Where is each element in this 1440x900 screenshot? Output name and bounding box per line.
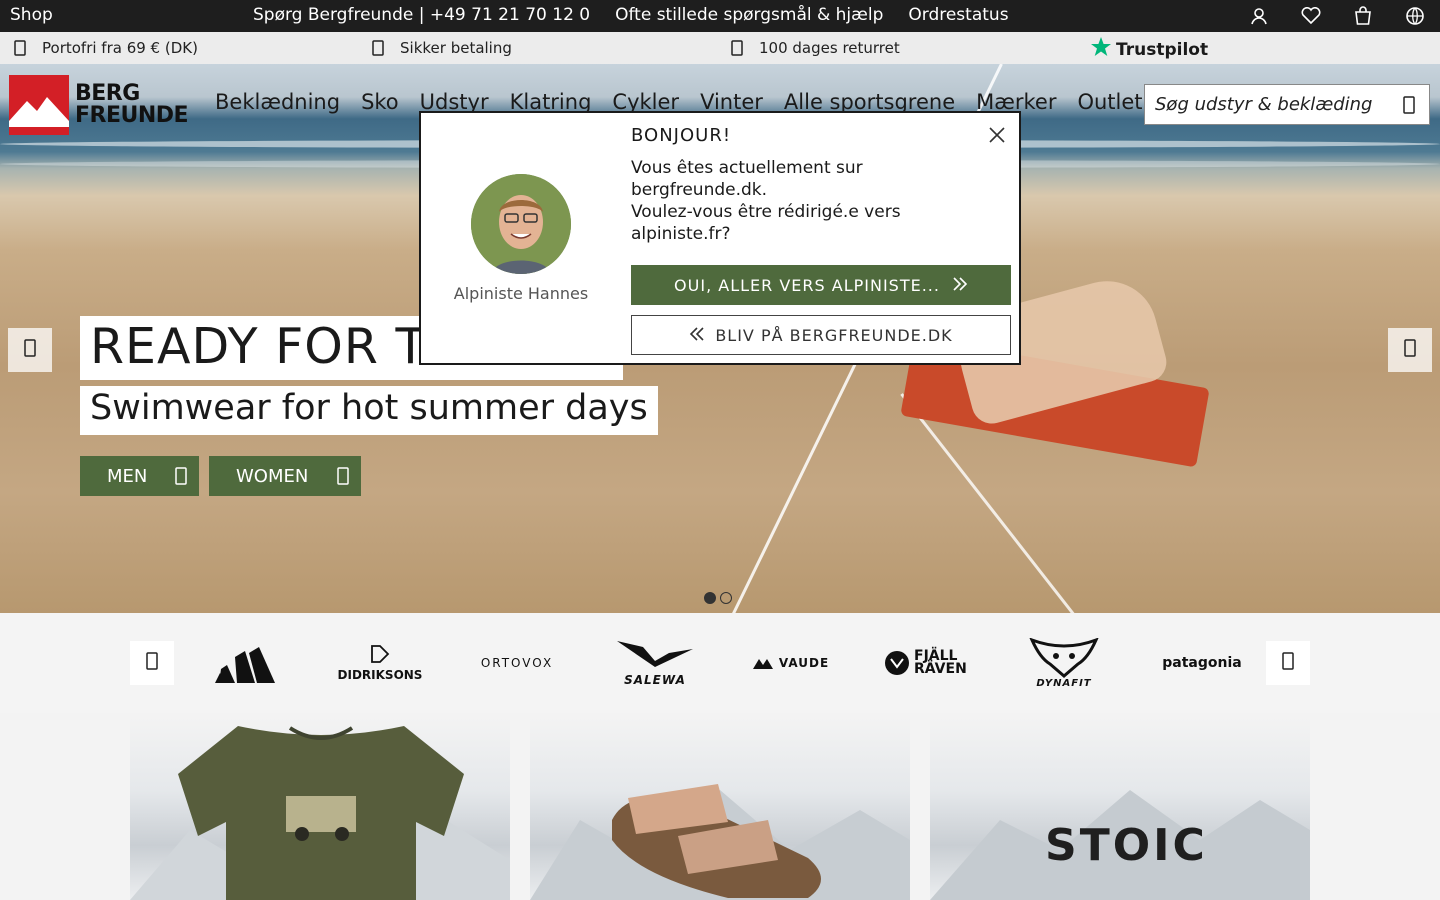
snow-leopard-icon <box>1029 637 1099 678</box>
tile-sandal[interactable] <box>530 718 910 900</box>
close-icon[interactable] <box>987 125 1007 145</box>
brand-dynafit[interactable]: DYNAFIT <box>1024 633 1104 693</box>
chevron-right-icon <box>335 467 351 485</box>
salewa-eagle-icon <box>617 641 693 667</box>
brand-ortovox[interactable]: ORTOVOX <box>472 633 562 693</box>
top-icons <box>1248 6 1426 26</box>
chevron-right-icon <box>173 467 189 485</box>
usp-bar: Portofri fra 69 € (DK) Sikker betaling 1… <box>0 32 1440 64</box>
globe-icon[interactable] <box>1404 6 1426 26</box>
top-links: Spørg Bergfreunde | +49 71 21 70 12 0 Of… <box>253 5 1009 25</box>
redirect-yes-button[interactable]: OUI, ALLER VERS ALPINISTE... <box>631 265 1011 305</box>
stoic-logo: STOIC <box>1045 820 1208 871</box>
tile-tshirt[interactable] <box>130 718 510 900</box>
didriksons-logo-icon <box>371 645 390 663</box>
brand-patagonia[interactable]: patagonia <box>1158 633 1246 693</box>
search-icon[interactable] <box>1401 96 1417 114</box>
brand-salewa[interactable]: SALEWA <box>612 633 698 693</box>
brand-didriksons-text: DIDRIKSONS <box>337 668 423 682</box>
usp-shipping: Portofri fra 69 € (DK) <box>12 39 198 57</box>
men-button-label: MEN <box>107 465 148 487</box>
avatar-name: Alpiniste Hannes <box>453 284 589 303</box>
tile-stoic[interactable]: STOIC <box>930 718 1310 900</box>
slide-dots <box>704 592 732 604</box>
slide-dot[interactable] <box>720 592 732 604</box>
lock-icon <box>370 40 386 56</box>
logo-line-2: FREUNDE <box>75 103 189 128</box>
brand-adidas[interactable] <box>205 633 281 693</box>
chevron-right-icon <box>1403 339 1417 361</box>
usp-payment-text: Sikker betaling <box>400 39 512 57</box>
brand-vaude-text: VAUDE <box>778 656 830 670</box>
men-button[interactable]: MEN <box>80 456 199 496</box>
stay-button[interactable]: BLIV PÅ BERGFREUNDE.DK <box>631 315 1011 355</box>
bergfreunde-logo[interactable]: BERG FREUNDE <box>9 75 189 135</box>
double-chevron-right-icon <box>952 276 968 295</box>
double-chevron-left-icon <box>689 326 705 345</box>
nav-outlet[interactable]: Outlet <box>1077 90 1142 114</box>
avatar <box>471 174 571 274</box>
trustpilot-text: Trustpilot <box>1116 39 1209 60</box>
brand-vaude[interactable]: VAUDE <box>748 633 834 693</box>
usp-returns-text: 100 dages returret <box>759 39 900 57</box>
brand-fjallraven-text: FJÄLL RÄVEN <box>914 648 967 677</box>
hero-next-button[interactable] <box>1388 328 1432 372</box>
logo-line-1: BERG <box>75 81 140 106</box>
shop-link[interactable]: Shop <box>10 5 53 25</box>
logo-wordmark: BERG FREUNDE <box>75 81 189 128</box>
contact-link[interactable]: Spørg Bergfreunde | +49 71 21 70 12 0 <box>253 5 590 25</box>
faq-link[interactable]: Ofte stillede spørgsmål & hjælp <box>615 5 883 25</box>
women-button[interactable]: WOMEN <box>209 456 361 496</box>
fox-logo-icon <box>885 651 909 675</box>
vaude-mountain-icon <box>752 659 773 669</box>
trustpilot-star-icon <box>1090 36 1112 63</box>
brand-didriksons[interactable]: DIDRIKSONS <box>336 633 424 693</box>
tshirt-image <box>178 726 464 900</box>
trustpilot-logo[interactable]: Trustpilot <box>1090 36 1208 63</box>
usp-shipping-text: Portofri fra 69 € (DK) <box>42 39 198 57</box>
chevron-left-icon <box>23 339 37 361</box>
truck-icon <box>12 40 28 56</box>
brand-fjallraven[interactable]: FJÄLL RÄVEN <box>884 633 974 693</box>
brand-dynafit-text: DYNAFIT <box>1036 677 1092 689</box>
user-icon[interactable] <box>1248 6 1270 26</box>
redirect-yes-label: OUI, ALLER VERS ALPINISTE... <box>674 275 940 295</box>
mountain-logo-icon <box>9 75 69 135</box>
modal-message-line-2: Voulez-vous être rédirigé.e vers alpinis… <box>631 202 901 244</box>
stay-label: BLIV PÅ BERGFREUNDE.DK <box>715 325 953 345</box>
modal-title: BONJOUR! <box>631 125 732 146</box>
order-status-link[interactable]: Ordrestatus <box>908 5 1008 25</box>
search-input[interactable]: Søg udstyr & beklæding <box>1144 84 1430 125</box>
hero-subtitle: Swimwear for hot summer days <box>80 386 658 435</box>
adidas-logo-icon <box>215 647 275 683</box>
chevron-left-icon <box>145 652 159 674</box>
modal-message: Vous êtes actuellement sur bergfreunde.d… <box>631 157 991 245</box>
product-tiles: STOIC <box>0 713 1440 900</box>
sandal-image <box>612 784 821 898</box>
nav-shoes[interactable]: Sko <box>361 90 399 114</box>
hero-prev-button[interactable] <box>8 328 52 372</box>
slide-dot[interactable] <box>704 592 716 604</box>
heart-icon[interactable] <box>1300 6 1322 26</box>
usp-payment: Sikker betaling <box>370 39 512 57</box>
modal-message-line-1: Vous êtes actuellement sur bergfreunde.d… <box>631 158 863 200</box>
top-bar: Shop Spørg Bergfreunde | +49 71 21 70 12… <box>0 0 1440 32</box>
return-icon <box>729 40 745 56</box>
brand-salewa-text: SALEWA <box>624 673 686 687</box>
search-placeholder: Søg udstyr & beklæding <box>1155 94 1373 115</box>
nav-clothing[interactable]: Beklædning <box>215 90 340 114</box>
brands-prev-button[interactable] <box>130 641 174 685</box>
cart-icon[interactable] <box>1352 6 1374 26</box>
chevron-right-icon <box>1281 652 1295 674</box>
redirect-modal: Alpiniste Hannes BONJOUR! Vous êtes actu… <box>419 111 1021 365</box>
brand-carousel: DIDRIKSONS ORTOVOX SALEWA VAUDE FJÄLL RÄ… <box>0 613 1440 713</box>
usp-returns: 100 dages returret <box>729 39 900 57</box>
women-button-label: WOMEN <box>236 465 309 487</box>
brands-next-button[interactable] <box>1266 641 1310 685</box>
